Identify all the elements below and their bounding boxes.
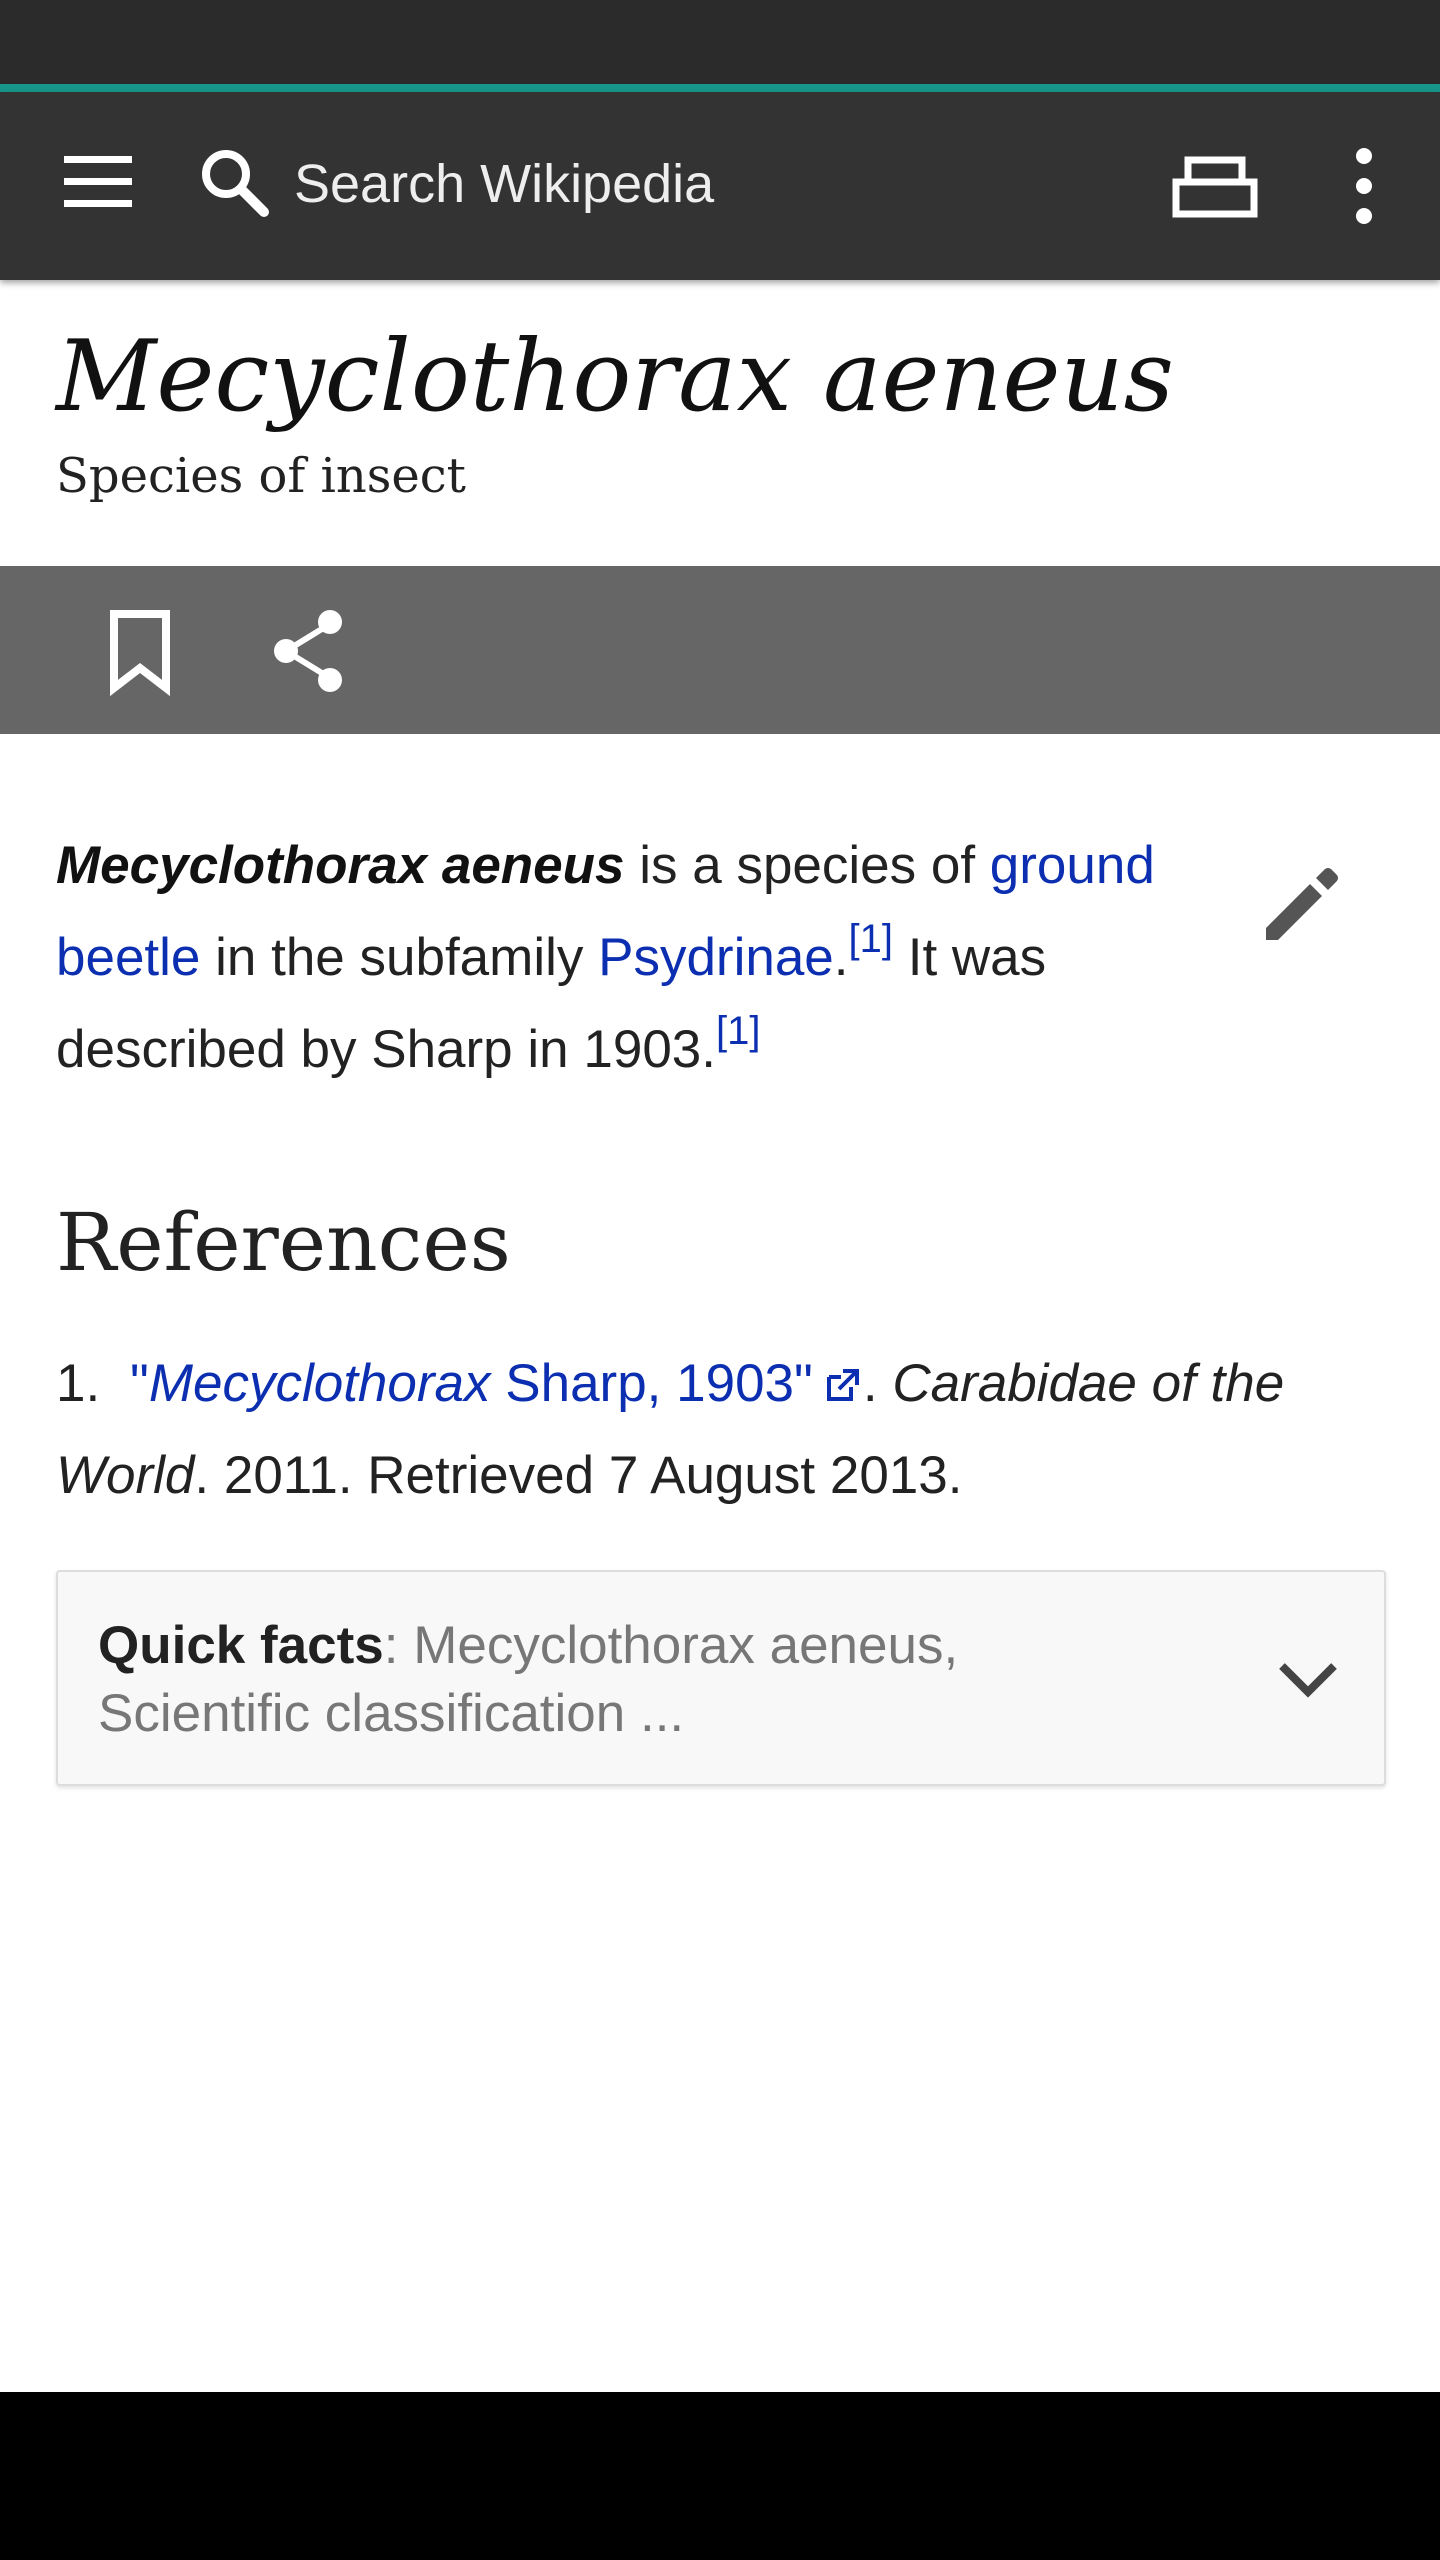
reference-quote-open: " — [130, 1354, 149, 1413]
reference-number: 1. — [56, 1354, 101, 1413]
article-lead-paragraph: Mecyclothorax aeneus is a species of gro… — [56, 820, 1216, 1096]
reference-quote-close: " — [794, 1354, 813, 1413]
page-action-bar — [0, 566, 1440, 734]
chevron-down-icon[interactable] — [1268, 1640, 1348, 1720]
lead-text-2: in the subfamily — [200, 928, 599, 987]
reference-link-italic: Mecyclothorax — [148, 1354, 491, 1413]
psydrinae-link[interactable]: Psydrinae — [598, 928, 834, 987]
reference-link-rest: Sharp, 1903 — [490, 1354, 795, 1413]
search-input[interactable]: Search Wikipedia — [294, 148, 714, 220]
pencil-icon[interactable] — [1256, 858, 1348, 950]
article-subject: Mecyclothorax aeneus — [56, 836, 625, 895]
reference-period: . — [862, 1354, 893, 1413]
app-bar: Search Wikipedia — [0, 92, 1440, 280]
tabs-icon[interactable] — [1170, 142, 1260, 232]
external-link-icon — [826, 1369, 859, 1401]
reference-link[interactable]: "Mecyclothorax Sharp, 1903" — [130, 1354, 863, 1413]
page-subtitle: Species of insect — [56, 448, 466, 504]
citation-link-2[interactable]: [1] — [716, 1009, 760, 1053]
share-icon[interactable] — [266, 606, 352, 696]
reference-rest: . 2011. Retrieved 7 August 2013. — [194, 1446, 963, 1505]
page-title: Mecyclothorax aeneus — [56, 320, 1174, 434]
status-bar — [0, 0, 1440, 84]
quick-facts-label: Quick facts — [98, 1616, 384, 1675]
menu-icon[interactable] — [48, 132, 148, 232]
lead-text-3: . — [833, 928, 849, 987]
lead-text-1: is a species of — [624, 836, 990, 895]
more-vertical-icon[interactable] — [1322, 138, 1406, 234]
status-accent-line — [0, 84, 1440, 92]
quick-facts-text: Quick facts: Mecyclothorax aeneus, Scien… — [98, 1612, 1138, 1748]
citation-link-1[interactable]: [1] — [849, 917, 893, 961]
quick-facts-separator: : — [383, 1616, 414, 1675]
system-navigation-bar — [0, 2392, 1440, 2560]
search-icon[interactable] — [196, 144, 272, 220]
references-heading: References — [56, 1196, 511, 1289]
quick-facts-box[interactable]: Quick facts: Mecyclothorax aeneus, Scien… — [56, 1570, 1386, 1786]
reference-item: 1. "Mecyclothorax Sharp, 1903" . Carabida… — [56, 1338, 1386, 1522]
title-block: Mecyclothorax aeneus Species of insect — [56, 312, 1386, 508]
bookmark-icon[interactable] — [100, 606, 180, 696]
